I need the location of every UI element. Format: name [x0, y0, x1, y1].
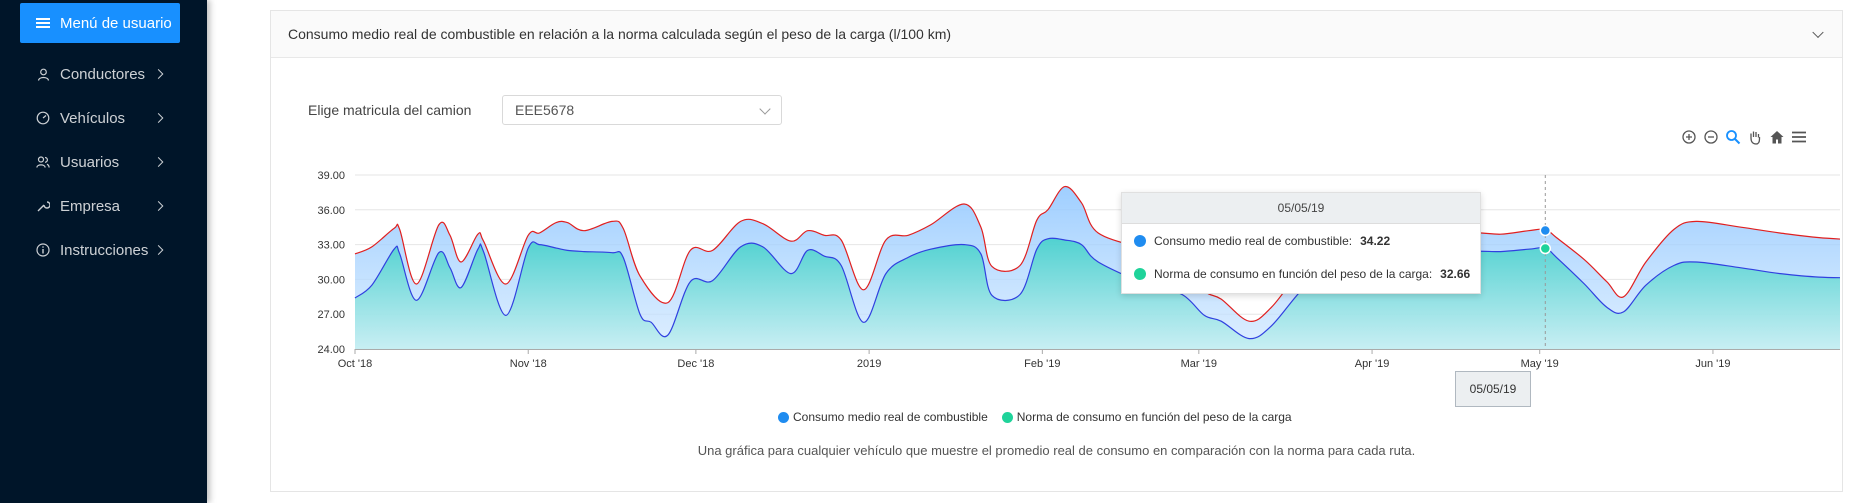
- card-header[interactable]: Consumo medio real de combustible en rel…: [271, 11, 1842, 58]
- tooltip-value: 34.22: [1360, 233, 1391, 248]
- legend-marker: [778, 411, 789, 423]
- chart-legend: Consumo medio real de combustible Norma …: [778, 410, 1292, 424]
- y-tick-label: 27.00: [317, 309, 345, 321]
- user-menu-button[interactable]: Menú de usuario: [20, 3, 180, 43]
- y-tick-label: 30.00: [317, 274, 345, 286]
- users-icon: [36, 155, 50, 169]
- chevron-right-icon: [153, 157, 164, 167]
- legend-marker: [1001, 411, 1013, 423]
- user-icon: [36, 67, 50, 81]
- home-icon[interactable]: [1769, 129, 1785, 145]
- info-icon: [36, 243, 50, 257]
- chevron-right-icon: [153, 113, 164, 123]
- x-tick-label: Oct '18: [338, 358, 373, 370]
- sidebar-item-usuarios[interactable]: Usuarios: [0, 140, 207, 184]
- marker-actual: [1539, 224, 1552, 237]
- legend-item-norm[interactable]: Norma de consumo en función del peso de …: [1001, 410, 1292, 424]
- x-tick-label: Nov '18: [510, 358, 547, 370]
- legend-label: Consumo medio real de combustible: [793, 410, 988, 424]
- truck-select-row: Elige matricula del camion EEE5678: [308, 94, 782, 126]
- x-tick-label: Mar '19: [1181, 358, 1217, 370]
- search-zoom-icon[interactable]: [1725, 129, 1741, 145]
- chevron-down-icon[interactable]: [1812, 26, 1824, 39]
- sidebar-item-label: Conductores: [60, 65, 146, 83]
- x-crosshair-label: 05/05/19: [1455, 371, 1531, 407]
- truck-select-label: Elige matricula del camion: [308, 102, 472, 118]
- card-title: Consumo medio real de combustible en rel…: [288, 26, 952, 42]
- y-tick-label: 33.00: [317, 240, 345, 252]
- tooltip-marker: [1134, 267, 1146, 280]
- tooltip-value: 32.66: [1440, 266, 1471, 281]
- dashboard-icon: [36, 111, 50, 125]
- tooltip-row-norm: Norma de consumo en función del peso de …: [1122, 257, 1480, 290]
- tooltip-label: Norma de consumo en función del peso de …: [1154, 266, 1433, 281]
- legend-item-actual[interactable]: Consumo medio real de combustible: [778, 410, 988, 424]
- sidebar-item-conductores[interactable]: Conductores: [0, 52, 207, 96]
- user-menu-label: Menú de usuario: [60, 14, 172, 32]
- x-tick-label: 2019: [857, 358, 881, 370]
- tooltip-row-actual: Consumo medio real de combustible: 34.22: [1122, 224, 1480, 257]
- sidebar: Menú de usuario Conductores Vehículos Us…: [0, 0, 207, 503]
- x-tick-label: Jun '19: [1695, 358, 1730, 370]
- sidebar-item-label: Instrucciones: [60, 241, 149, 259]
- chevron-right-icon: [153, 69, 164, 79]
- tooltip-marker: [1134, 234, 1146, 247]
- x-tick-label: Apr '19: [1355, 358, 1390, 370]
- tooltip-date: 05/05/19: [1122, 193, 1480, 224]
- chart-toolbar: [1681, 129, 1807, 145]
- y-tick-label: 36.00: [317, 205, 345, 217]
- marker-norm: [1539, 242, 1552, 255]
- menu-icon[interactable]: [1791, 129, 1807, 145]
- sidebar-item-label: Empresa: [60, 197, 121, 215]
- y-tick-label: 39.00: [317, 170, 345, 182]
- legend-label: Norma de consumo en función del peso de …: [1016, 410, 1292, 424]
- sidebar-item-label: Usuarios: [60, 153, 120, 171]
- x-tick-label: May '19: [1521, 358, 1559, 370]
- zoom-in-icon[interactable]: [1681, 129, 1697, 145]
- tooltip-label: Consumo medio real de combustible:: [1154, 233, 1353, 248]
- y-tick-label: 24.00: [317, 344, 345, 356]
- tool-icon: [36, 199, 50, 213]
- chart-tooltip: 05/05/19 Consumo medio real de combustib…: [1121, 192, 1481, 294]
- pan-hand-icon[interactable]: [1747, 129, 1763, 145]
- chevron-right-icon: [153, 201, 164, 211]
- truck-plate-select[interactable]: EEE5678: [502, 95, 782, 125]
- chevron-right-icon: [153, 245, 164, 255]
- hamburger-icon: [36, 18, 50, 28]
- sidebar-item-vehiculos[interactable]: Vehículos: [0, 96, 207, 140]
- sidebar-item-empresa[interactable]: Empresa: [0, 184, 207, 228]
- area-chart[interactable]: 24.00 27.00 30.00 33.00 36.00 39.00 Oct '18 Nov…: [270, 148, 1840, 408]
- sidebar-item-label: Vehículos: [60, 109, 126, 127]
- zoom-out-icon[interactable]: [1703, 129, 1719, 145]
- x-tick-label: Dec '18: [677, 358, 714, 370]
- truck-plate-value: EEE5678: [515, 102, 575, 118]
- x-tick-label: Feb '19: [1024, 358, 1060, 370]
- sidebar-item-instrucciones[interactable]: Instrucciones: [0, 228, 207, 272]
- chevron-down-icon: [759, 102, 771, 115]
- sidebar-nav: Conductores Vehículos Usuarios Empresa I…: [0, 52, 207, 272]
- chart-caption: Una gráfica para cualquier vehículo que …: [697, 443, 1416, 458]
